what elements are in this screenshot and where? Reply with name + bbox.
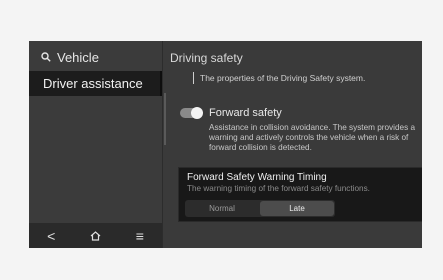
sidebar-item-driver-assistance[interactable]: Driver assistance	[29, 71, 162, 96]
home-button[interactable]	[80, 223, 110, 248]
forward-safety-description: Assistance in collision avoidance. The s…	[209, 123, 416, 152]
section-description: The properties of the Driving Safety sys…	[200, 73, 366, 83]
menu-button[interactable]: ≡	[125, 223, 155, 248]
forward-safety-toggle[interactable]	[180, 107, 203, 119]
sidebar-item-label: Driver assistance	[43, 76, 143, 91]
forward-safety-title: Forward safety	[209, 107, 282, 119]
search-button[interactable]: Vehicle	[41, 49, 99, 65]
description-marker	[193, 72, 194, 84]
popup-title: Forward Safety Warning Timing	[187, 172, 327, 183]
infotainment-screen: Vehicle Driver assistance < ≡ Driving sa…	[29, 41, 422, 248]
menu-icon: ≡	[135, 227, 144, 244]
scrollbar[interactable]	[164, 93, 166, 145]
search-label: Vehicle	[57, 49, 99, 65]
timing-segmented-control: Normal Late	[185, 200, 335, 217]
option-late[interactable]: Late	[260, 201, 334, 216]
back-icon: <	[47, 227, 56, 244]
bottom-nav: < ≡	[29, 223, 162, 248]
popup-subtitle: The warning timing of the forward safety…	[187, 184, 370, 193]
option-normal[interactable]: Normal	[185, 200, 259, 217]
sidebar: Vehicle Driver assistance < ≡	[29, 41, 162, 248]
home-icon	[90, 230, 101, 241]
back-button[interactable]: <	[36, 223, 66, 248]
section-title: Driving safety	[170, 51, 243, 65]
warning-timing-popup: Forward Safety Warning Timing The warnin…	[179, 168, 422, 221]
toggle-knob	[191, 107, 203, 119]
search-icon	[41, 52, 51, 62]
